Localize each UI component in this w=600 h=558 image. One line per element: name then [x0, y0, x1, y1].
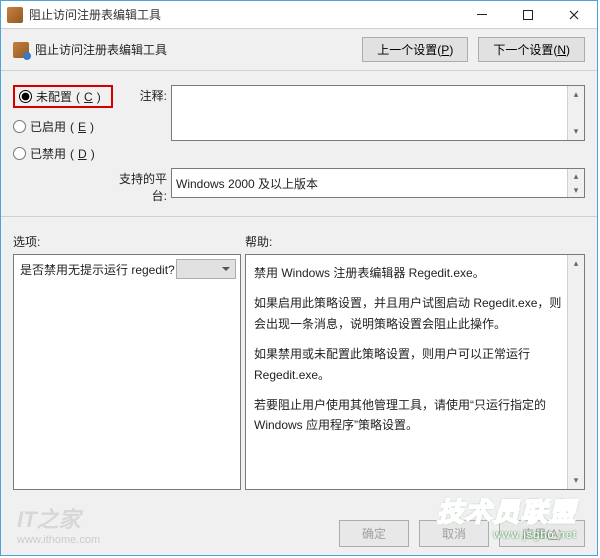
- next-label: 下一个设置: [493, 43, 553, 57]
- minimize-button[interactable]: [459, 1, 505, 28]
- comment-label: 注释:: [117, 85, 167, 104]
- pane-labels: 选项: 帮助:: [1, 225, 597, 254]
- comment-textarea[interactable]: ▴ ▾: [171, 85, 585, 141]
- policy-title: 阻止访问注册表编辑工具: [35, 41, 362, 58]
- help-text: 若要阻止用户使用其他管理工具，请使用“只运行指定的 Windows 应用程序”策…: [254, 395, 562, 436]
- radio-disabled-input[interactable]: [13, 147, 26, 160]
- next-key: N: [557, 43, 566, 57]
- panes: 是否禁用无提示运行 regedit? 禁用 Windows 注册表编辑器 Reg…: [1, 254, 597, 490]
- option-dropdown[interactable]: [176, 259, 236, 279]
- close-button[interactable]: [551, 1, 597, 28]
- maximize-button[interactable]: [505, 1, 551, 28]
- platform-scrollbar[interactable]: ▴ ▾: [567, 169, 584, 197]
- next-setting-button[interactable]: 下一个设置(N): [478, 37, 585, 62]
- scroll-up-icon[interactable]: ▴: [568, 169, 584, 183]
- radio-enabled[interactable]: 已启用(E): [13, 118, 113, 135]
- prev-setting-button[interactable]: 上一个设置(P): [362, 37, 468, 62]
- window-controls: [459, 1, 597, 28]
- policy-editor-window: 阻止访问注册表编辑工具 阻止访问注册表编辑工具 上一个设置(P) 下一个设置(N…: [0, 0, 598, 556]
- help-text: 禁用 Windows 注册表编辑器 Regedit.exe。: [254, 263, 562, 283]
- divider: [1, 216, 597, 217]
- radio-not-configured-input[interactable]: [19, 90, 32, 103]
- help-label: 帮助:: [245, 233, 272, 250]
- help-text: 如果启用此策略设置，并且用户试图启动 Regedit.exe，则会出现一条消息，…: [254, 293, 562, 334]
- radio-enabled-input[interactable]: [13, 120, 26, 133]
- radio-disabled[interactable]: 已禁用(D): [13, 145, 113, 162]
- scroll-down-icon[interactable]: ▾: [568, 123, 584, 140]
- platform-box: Windows 2000 及以上版本 ▴ ▾: [171, 168, 585, 198]
- radio-dis-label: 已禁用: [30, 145, 66, 162]
- platform-label: 支持的平台:: [117, 168, 167, 204]
- radio-en-label: 已启用: [30, 118, 66, 135]
- options-pane: 是否禁用无提示运行 regedit?: [13, 254, 241, 490]
- radio-not-configured[interactable]: 未配置(C): [13, 85, 113, 108]
- help-pane: 禁用 Windows 注册表编辑器 Regedit.exe。 如果启用此策略设置…: [245, 254, 585, 490]
- watermark-right-url: www.jsgho.net: [437, 529, 577, 541]
- watermark-left: IT之家 www.ithome.com: [17, 507, 100, 547]
- options-label: 选项:: [13, 233, 245, 250]
- watermark-right-brand: 技术员联盟: [437, 497, 577, 527]
- radio-group: 未配置(C) 已启用(E) 已禁用(D): [13, 85, 113, 162]
- radio-dis-key: D: [78, 147, 87, 161]
- watermark-right: 技术员联盟 www.jsgho.net: [437, 492, 577, 541]
- platform-text: Windows 2000 及以上版本: [176, 175, 318, 192]
- chevron-down-icon: [221, 264, 231, 274]
- config-grid: 未配置(C) 已启用(E) 已禁用(D) 注释: ▴ ▾ 支持的平台: Wind…: [1, 79, 597, 210]
- radio-nc-label: 未配置: [36, 88, 72, 105]
- scroll-down-icon[interactable]: ▾: [568, 183, 584, 197]
- divider: [1, 70, 597, 71]
- header-row: 阻止访问注册表编辑工具 上一个设置(P) 下一个设置(N): [1, 29, 597, 70]
- watermark-left-url: www.ithome.com: [17, 534, 100, 547]
- comment-scrollbar[interactable]: ▴ ▾: [567, 86, 584, 140]
- ok-button[interactable]: 确定: [339, 520, 409, 547]
- help-text: 如果禁用或未配置此策略设置，则用户可以正常运行 Regedit.exe。: [254, 344, 562, 385]
- app-icon: [7, 7, 23, 23]
- titlebar: 阻止访问注册表编辑工具: [1, 1, 597, 29]
- window-title: 阻止访问注册表编辑工具: [29, 6, 459, 23]
- nav-buttons: 上一个设置(P) 下一个设置(N): [362, 37, 585, 62]
- prev-label: 上一个设置: [377, 43, 437, 57]
- policy-icon: [13, 42, 29, 58]
- watermark-left-brand: IT之家: [17, 507, 100, 533]
- scroll-up-icon[interactable]: ▴: [568, 255, 584, 272]
- radio-en-key: E: [78, 120, 86, 134]
- help-scrollbar[interactable]: ▴ ▾: [567, 255, 584, 489]
- scroll-up-icon[interactable]: ▴: [568, 86, 584, 103]
- prev-key: P: [441, 43, 449, 57]
- scroll-down-icon[interactable]: ▾: [568, 472, 584, 489]
- radio-nc-key: C: [84, 90, 93, 104]
